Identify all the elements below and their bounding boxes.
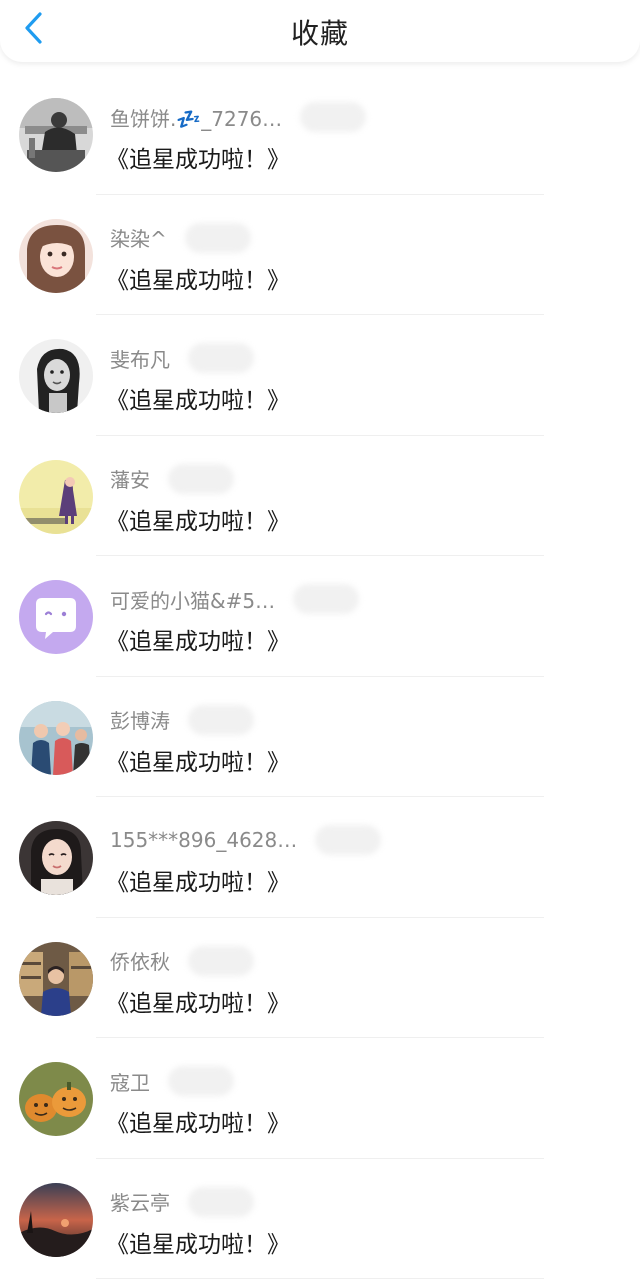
redacted-info <box>315 825 382 855</box>
list-item[interactable]: 彭博涛 《追星成功啦！》 <box>0 677 640 797</box>
message-text: 《追星成功啦！》 <box>106 147 290 173</box>
message-text: 《追星成功啦！》 <box>106 1231 290 1258</box>
store-photo-avatar[interactable] <box>19 941 93 1016</box>
chat-bubble-avatar[interactable] <box>19 580 93 654</box>
redacted-info <box>300 102 367 132</box>
user-name: 彭博涛 <box>110 709 170 733</box>
list-item[interactable]: 紫云亭 《追星成功啦！》 <box>0 1159 640 1279</box>
redacted-info <box>293 584 360 614</box>
redacted-info <box>188 704 254 735</box>
list-item[interactable]: 可爱的小猫&#5… 《追星成功啦！》 <box>0 556 640 677</box>
message-text: 《追星成功啦！》 <box>106 1111 290 1137</box>
gym-photo-avatar[interactable] <box>19 98 93 172</box>
user-name: 鱼饼饼.💤_7276… <box>110 106 283 131</box>
sunset-avatar[interactable] <box>19 1182 93 1257</box>
list-item[interactable]: 斐布凡 《追星成功啦！》 <box>0 315 640 436</box>
group-photo-avatar[interactable] <box>19 700 93 775</box>
favorites-list: 鱼饼饼.💤_7276… 《追星成功啦！》 染染^ 《追星成功啦！》 斐布凡 《追… <box>0 74 640 1279</box>
list-item[interactable]: 寇卫 《追星成功啦！》 <box>0 1038 640 1159</box>
user-name: 藩安 <box>110 468 150 492</box>
redacted-info <box>168 1066 234 1096</box>
message-text: 《追星成功啦！》 <box>106 990 290 1017</box>
user-name: 侨依秋 <box>110 950 170 974</box>
message-text: 《追星成功啦！》 <box>106 508 290 535</box>
user-name: 染染^ <box>110 227 167 251</box>
pumpkin-avatar[interactable] <box>19 1062 93 1136</box>
user-name: 155***896_4628… <box>110 828 298 852</box>
message-text: 《追星成功啦！》 <box>106 629 290 655</box>
user-name: 可爱的小猫&#5… <box>110 588 276 613</box>
girl-selfie-avatar[interactable] <box>19 821 93 895</box>
redacted-info <box>168 463 234 494</box>
redacted-info <box>188 945 254 976</box>
bw-portrait-avatar[interactable] <box>19 339 93 413</box>
redacted-info <box>188 1186 254 1217</box>
message-text: 《追星成功啦！》 <box>106 870 290 896</box>
list-item[interactable]: 鱼饼饼.💤_7276… 《追星成功啦！》 <box>0 74 640 195</box>
illustration-avatar[interactable] <box>19 459 93 534</box>
list-item[interactable]: 藩安 《追星成功啦！》 <box>0 436 640 556</box>
redacted-info <box>188 343 254 373</box>
user-name: 寇卫 <box>110 1070 150 1095</box>
user-name: 斐布凡 <box>110 347 170 372</box>
list-item[interactable]: 染染^ 《追星成功啦！》 <box>0 195 640 315</box>
list-item[interactable]: 155***896_4628… 《追星成功啦！》 <box>0 797 640 918</box>
list-item[interactable]: 侨依秋 《追星成功啦！》 <box>0 918 640 1038</box>
message-text: 《追星成功啦！》 <box>106 749 290 776</box>
page-title: 收藏 <box>290 17 349 50</box>
message-text: 《追星成功啦！》 <box>106 388 290 414</box>
girl-portrait-avatar[interactable] <box>19 218 93 293</box>
user-name: 紫云亭 <box>110 1191 170 1215</box>
redacted-info <box>184 222 251 253</box>
divider <box>96 1278 544 1279</box>
message-text: 《追星成功啦！》 <box>106 267 290 294</box>
top-bar: 收藏 <box>0 0 640 62</box>
